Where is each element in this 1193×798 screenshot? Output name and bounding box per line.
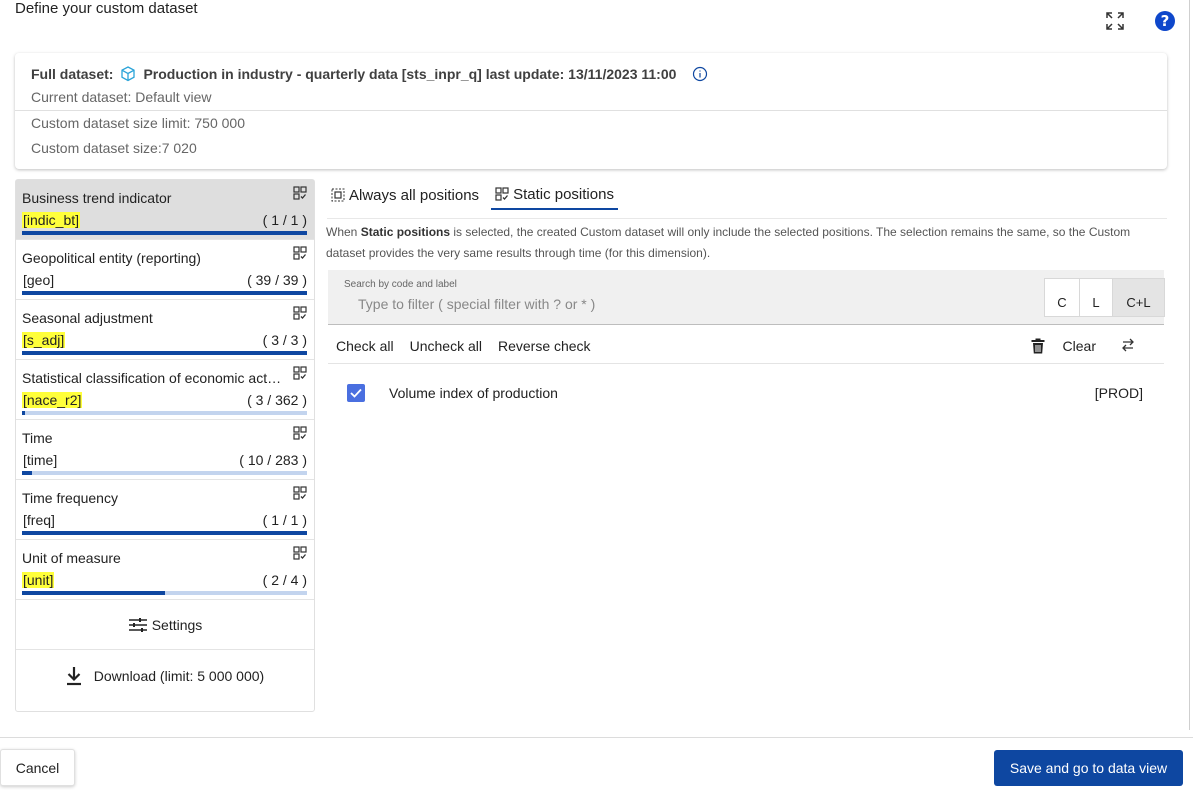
tab-static-positions[interactable]: Static positions [491,180,618,210]
static-positions-icon [293,246,307,260]
tab-always-label: Always all positions [349,186,480,204]
dimension-count: ( 2 / 4 ) [262,572,307,588]
current-dataset: Current dataset: Default view [31,89,212,105]
list-item[interactable]: Volume index of production [PROD] [328,374,1164,412]
search-mode-code-label-button[interactable]: C+L [1113,279,1164,316]
clear-button[interactable]: Clear [1031,328,1096,364]
clear-label: Clear [1062,338,1096,354]
info-icon[interactable] [692,66,708,82]
dimension-progress-bar [22,411,307,415]
dimension-count: ( 39 / 39 ) [247,272,307,288]
settings-button[interactable]: Settings [16,600,314,650]
footer-divider [0,737,1193,738]
dimension-code: [nace_r2] [22,392,83,408]
dimension-code: [time] [23,452,58,468]
dataset-size: Custom dataset size:7 020 [31,140,197,156]
item-code: [PROD] [1094,385,1143,401]
static-positions-icon [293,546,307,560]
dimension-code: [indic_bt] [22,212,81,228]
static-positions-description: When Static positions is selected, the c… [326,222,1156,264]
dimension-count: ( 1 / 1 ) [262,512,307,528]
full-dataset-label: Full dataset: [31,66,114,82]
window-edge [1189,0,1193,730]
reverse-check-button[interactable]: Reverse check [490,338,599,354]
description-bold: Static positions [360,225,451,239]
download-label: Download (limit: 5 000 000) [93,668,265,684]
dimension-label: Statistical classification of economic a… [22,370,284,386]
dimension-item[interactable]: Seasonal adjustment [s_adj] ( 3 / 3 ) [16,300,314,360]
dimension-item[interactable]: Statistical classification of economic a… [16,360,314,420]
dimension-code: [s_adj] [22,332,66,348]
cube-icon [119,65,137,83]
full-dataset-line: Full dataset: Production in industry - q… [31,65,708,83]
size-limit: Custom dataset size limit: 750 000 [31,115,245,131]
search-mode-label-button[interactable]: L [1080,279,1113,316]
save-and-go-button[interactable]: Save and go to data view [994,750,1183,786]
selection-toolbar: Check all Uncheck all Reverse check Clea… [328,328,1164,364]
all-positions-icon [331,188,345,202]
dataset-info-card: Full dataset: Production in industry - q… [15,53,1167,169]
info-divider [15,110,1167,111]
swap-icon[interactable] [1120,337,1136,353]
dimension-count: ( 3 / 3 ) [262,332,307,348]
settings-sliders-icon [128,617,147,632]
dimension-label: Business trend indicator [22,190,172,206]
dimension-progress-bar [22,291,307,295]
dimension-label: Unit of measure [22,550,121,566]
item-checkbox[interactable] [347,384,365,402]
dialog-title: Define your custom dataset [15,0,198,17]
search-label: Search by code and label [344,279,457,290]
static-positions-icon [293,366,307,380]
static-positions-icon [293,186,307,200]
dimension-item[interactable]: Business trend indicator [indic_bt] ( 1 / … [16,180,314,240]
search-mode-group: C L C+L [1044,278,1165,317]
dimension-label: Seasonal adjustment [22,310,153,326]
static-positions-icon [293,426,307,440]
uncheck-all-button[interactable]: Uncheck all [402,338,490,354]
dataset-name: Production in industry - quarterly data … [143,66,677,82]
dimension-progress-bar [22,231,307,235]
tab-always-all-positions[interactable]: Always all positions [327,180,483,210]
download-icon [66,667,81,686]
dimension-code: [unit] [22,572,55,588]
dimension-item[interactable]: Time frequency [freq] ( 1 / 1 ) [16,480,314,540]
dimension-item[interactable]: Time [time] ( 10 / 283 ) [16,420,314,480]
description-part1: When [326,225,361,239]
check-icon [350,388,362,398]
dimension-label: Time [22,430,53,446]
position-tabs: Always all positions Static positions [327,180,626,210]
static-positions-icon [293,486,307,500]
search-mode-code-button[interactable]: C [1045,279,1080,316]
item-label: Volume index of production [389,385,558,401]
dimension-item[interactable]: Unit of measure [unit] ( 2 / 4 ) [16,540,314,600]
dimension-progress-bar [22,351,307,355]
settings-label: Settings [151,616,203,633]
dimension-list: Business trend indicator [indic_bt] ( 1 / … [15,179,315,712]
static-positions-icon [495,187,509,201]
trash-icon [1031,338,1045,354]
search-container: Search by code and label C L C+L [328,270,1165,325]
dimension-count: ( 10 / 283 ) [239,452,307,468]
dimension-progress-bar [22,591,307,595]
dimension-label: Time frequency [22,490,118,506]
cancel-button[interactable]: Cancel [0,749,75,786]
dimension-code: [geo] [23,272,55,288]
dimension-code: [freq] [23,512,55,528]
download-button[interactable]: Download (limit: 5 000 000) [16,650,314,702]
search-input[interactable] [358,294,958,314]
tab-static-label: Static positions [513,185,614,203]
check-all-button[interactable]: Check all [328,338,402,354]
fullscreen-icon[interactable] [1104,10,1126,32]
dimension-progress-bar [22,471,307,475]
dimension-item[interactable]: Geopolitical entity (reporting) [geo] ( 39… [16,240,314,300]
tabs-divider [327,218,1167,219]
help-icon[interactable]: ? [1154,10,1176,32]
dimension-count: ( 1 / 1 ) [262,212,307,228]
static-positions-icon [293,306,307,320]
dimension-label: Geopolitical entity (reporting) [22,250,201,266]
dimension-count: ( 3 / 362 ) [247,392,307,408]
dimension-progress-bar [22,531,307,535]
